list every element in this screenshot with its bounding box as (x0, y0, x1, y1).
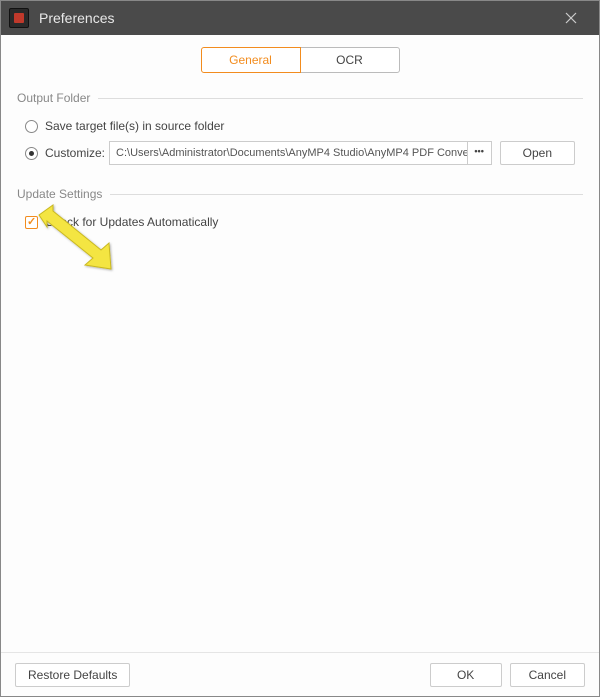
group-output-folder: Output Folder Save target file(s) in sou… (17, 91, 583, 169)
footer: Restore Defaults OK Cancel (1, 652, 599, 696)
titlebar: Preferences (1, 1, 599, 35)
divider (110, 194, 583, 195)
tab-general[interactable]: General (201, 47, 301, 73)
group-title-output-folder: Output Folder (17, 91, 98, 105)
group-update-settings: Update Settings Check for Updates Automa… (17, 187, 583, 233)
path-text: C:\Users\Administrator\Documents\AnyMP4 … (116, 147, 468, 159)
ok-button[interactable]: OK (430, 663, 502, 687)
group-title-update-settings: Update Settings (17, 187, 110, 201)
path-input[interactable]: C:\Users\Administrator\Documents\AnyMP4 … (109, 141, 468, 165)
close-button[interactable] (551, 1, 591, 35)
divider (98, 98, 583, 99)
label-check-updates: Check for Updates Automatically (45, 215, 218, 229)
cancel-button[interactable]: Cancel (510, 663, 585, 687)
restore-defaults-button[interactable]: Restore Defaults (15, 663, 130, 687)
radio-customize[interactable] (25, 147, 38, 160)
window-title: Preferences (39, 10, 551, 26)
radio-save-in-source[interactable] (25, 120, 38, 133)
browse-button[interactable]: ••• (468, 141, 492, 165)
app-icon (9, 8, 29, 28)
content-area: General OCR Output Folder Save target fi… (1, 35, 599, 652)
label-save-in-source: Save target file(s) in source folder (45, 119, 224, 133)
open-button[interactable]: Open (500, 141, 575, 165)
checkbox-check-updates[interactable] (25, 216, 38, 229)
label-customize: Customize: (45, 146, 105, 160)
close-icon (565, 12, 577, 24)
tab-bar: General OCR (17, 47, 583, 73)
tab-ocr[interactable]: OCR (300, 47, 400, 73)
ellipsis-icon: ••• (474, 146, 483, 156)
